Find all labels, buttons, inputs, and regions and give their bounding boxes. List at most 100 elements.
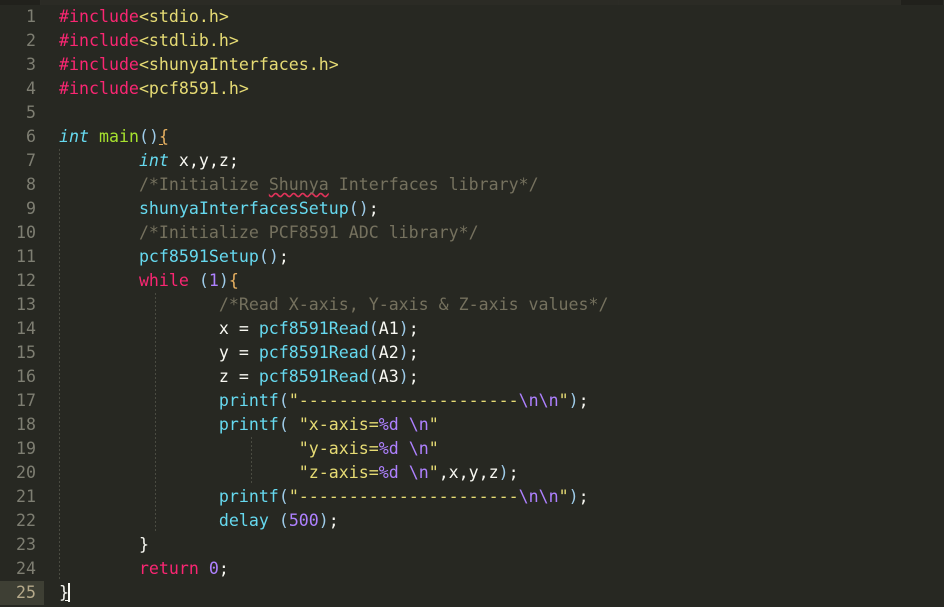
code-line[interactable]: 4 #include<pcf8591.h> (0, 77, 944, 101)
code-line-content[interactable]: #include<stdio.h> (59, 5, 229, 29)
code-line-content[interactable]: } (59, 581, 70, 605)
code-line-content[interactable]: y = pcf8591Read(A2); (59, 341, 419, 365)
code-line[interactable]: 25} (0, 581, 944, 605)
code-line-content[interactable]: return 0; (59, 557, 229, 581)
code-line[interactable]: 23 } (0, 533, 944, 557)
code-token: z = (59, 367, 259, 386)
code-token: { (158, 127, 169, 146)
code-line[interactable]: 11 pcf8591Setup(); (0, 245, 944, 269)
code-token: ; (328, 511, 339, 530)
code-line[interactable]: 15 y = pcf8591Read(A2); (0, 341, 944, 365)
code-line-content[interactable]: /*Initialize PCF8591 ADC library*/ (59, 221, 479, 245)
code-line[interactable]: 18 printf( "x-axis=%d \n" (0, 413, 944, 437)
code-line[interactable]: 2 #include<stdlib.h> (0, 29, 944, 53)
code-token: while (138, 271, 189, 290)
code-line-content[interactable]: z = pcf8591Read(A3); (59, 365, 419, 389)
code-line[interactable]: 1 #include<stdio.h> (0, 5, 944, 29)
line-number[interactable]: 24 (0, 557, 44, 581)
line-number[interactable]: 1 (0, 5, 44, 29)
code-line[interactable]: 3 #include<shunyaInterfaces.h> (0, 53, 944, 77)
code-line[interactable]: 14 x = pcf8591Read(A1); (0, 317, 944, 341)
code-line-content[interactable]: x = pcf8591Read(A1); (59, 317, 419, 341)
code-line-content[interactable]: #include<shunyaInterfaces.h> (59, 53, 339, 77)
code-line[interactable]: 9 shunyaInterfacesSetup(); (0, 197, 944, 221)
line-number[interactable]: 19 (0, 437, 44, 461)
line-number[interactable]: 9 (0, 197, 44, 221)
line-number[interactable]: 3 (0, 53, 44, 77)
code-token: "---------------------- (288, 487, 519, 506)
line-number[interactable]: 7 (0, 149, 44, 173)
code-line-content[interactable]: delay (500); (59, 509, 339, 533)
code-line[interactable]: 22 delay (500); (0, 509, 944, 533)
line-number[interactable]: 22 (0, 509, 44, 533)
code-line[interactable]: 5 (0, 101, 944, 125)
code-editor[interactable]: 1 #include<stdio.h> 2 #include<stdlib.h> 3 #i… (0, 5, 944, 607)
code-line[interactable]: 6 int main(){ (0, 125, 944, 149)
code-token: pcf8591Read (258, 343, 369, 362)
code-token: ) (568, 391, 579, 410)
code-line-content[interactable]: } (59, 533, 149, 557)
code-token: ( (198, 271, 209, 290)
code-token: ) (568, 487, 579, 506)
code-token: () (348, 199, 369, 218)
code-area[interactable]: 1 #include<stdio.h> 2 #include<stdlib.h> 3 #i… (0, 5, 944, 605)
line-number[interactable]: 11 (0, 245, 44, 269)
code-line[interactable]: 20 "z-axis=%d \n",x,y,z); (0, 461, 944, 485)
line-number[interactable]: 17 (0, 389, 44, 413)
code-line-content[interactable]: #include<stdlib.h> (59, 29, 239, 53)
line-number[interactable]: 21 (0, 485, 44, 509)
line-number[interactable]: 15 (0, 341, 44, 365)
code-line[interactable]: 17 printf("----------------------\n\n"); (0, 389, 944, 413)
code-token: "y-axis= (298, 439, 379, 458)
code-token: } (138, 535, 149, 554)
line-number[interactable]: 2 (0, 29, 44, 53)
code-line[interactable]: 10 /*Initialize PCF8591 ADC library*/ (0, 221, 944, 245)
line-number[interactable]: 5 (0, 101, 44, 125)
code-token: int (59, 127, 89, 146)
code-line-content[interactable]: shunyaInterfacesSetup(); (59, 197, 379, 221)
code-line[interactable]: 7 int x,y,z; (0, 149, 944, 173)
line-number[interactable]: 4 (0, 77, 44, 101)
code-token: \n (408, 439, 429, 458)
code-token: ( (278, 511, 289, 530)
line-number[interactable]: 13 (0, 293, 44, 317)
code-line-content[interactable]: pcf8591Setup(); (59, 245, 289, 269)
code-line-content[interactable]: printf("----------------------\n\n"); (59, 485, 589, 509)
code-token: return (138, 559, 199, 578)
line-number[interactable]: 14 (0, 317, 44, 341)
code-line[interactable]: 16 z = pcf8591Read(A3); (0, 365, 944, 389)
line-number[interactable]: 16 (0, 365, 44, 389)
code-line[interactable]: 12 while (1){ (0, 269, 944, 293)
code-line-content[interactable]: printf("----------------------\n\n"); (59, 389, 589, 413)
code-line[interactable]: 13 /*Read X-axis, Y-axis & Z-axis values… (0, 293, 944, 317)
code-token: \n\n (518, 391, 559, 410)
code-line-content[interactable]: /*Initialize Shunya Interfaces library*/ (59, 173, 539, 197)
line-number[interactable]: 12 (0, 269, 44, 293)
code-token: ; (508, 463, 519, 482)
line-number[interactable]: 10 (0, 221, 44, 245)
code-token: " (558, 391, 569, 410)
code-line-content[interactable]: printf( "x-axis=%d \n" (59, 413, 439, 437)
line-number[interactable]: 20 (0, 461, 44, 485)
code-line-content[interactable]: #include<pcf8591.h> (59, 77, 249, 101)
code-line[interactable]: 19 "y-axis=%d \n" (0, 437, 944, 461)
line-number[interactable]: 23 (0, 533, 44, 557)
line-number[interactable]: 25 (0, 581, 44, 605)
code-line-content[interactable]: "y-axis=%d \n" (59, 437, 439, 461)
text-cursor (68, 583, 70, 602)
line-number[interactable]: 6 (0, 125, 44, 149)
code-line-content[interactable]: "z-axis=%d \n",x,y,z); (59, 461, 519, 485)
code-line[interactable]: 24 return 0; (0, 557, 944, 581)
code-line-content[interactable]: int x,y,z; (59, 149, 239, 173)
code-line[interactable]: 8 /*Initialize Shunya Interfaces library… (0, 173, 944, 197)
line-number[interactable]: 8 (0, 173, 44, 197)
code-line-content[interactable]: /*Read X-axis, Y-axis & Z-axis values*/ (59, 293, 609, 317)
line-number[interactable]: 18 (0, 413, 44, 437)
code-line-content[interactable]: while (1){ (59, 269, 239, 293)
code-line[interactable]: 21 printf("----------------------\n\n"); (0, 485, 944, 509)
code-line-content[interactable]: int main(){ (59, 125, 169, 149)
